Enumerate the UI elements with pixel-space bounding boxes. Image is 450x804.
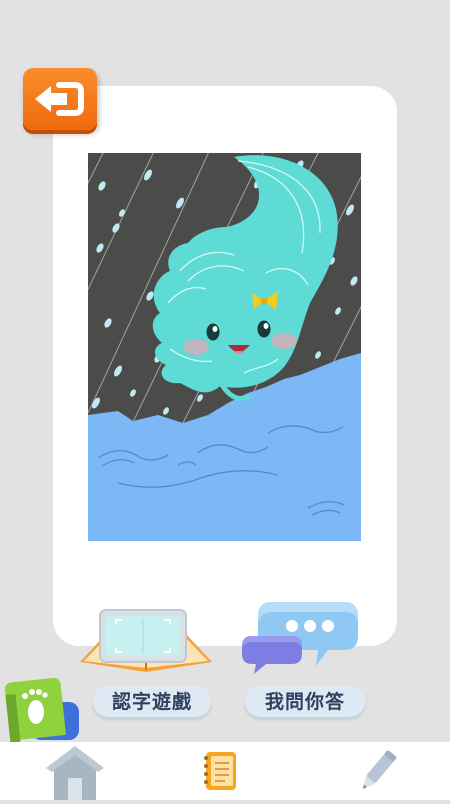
open-book-icon	[80, 609, 212, 672]
bottom-nav	[0, 742, 450, 800]
qa-game-button[interactable]: 我問你答	[234, 596, 374, 724]
footprint-icon	[4, 677, 79, 743]
nav-notebook[interactable]	[198, 742, 248, 800]
nav-pencil[interactable]	[352, 742, 402, 800]
word-game-label: 認字遊戲	[92, 685, 212, 719]
back-button[interactable]	[23, 68, 97, 130]
qa-game-label: 我問你答	[244, 685, 366, 719]
chat-bubbles-icon	[242, 602, 358, 674]
notebook-icon	[204, 752, 236, 790]
pencil-icon	[362, 750, 397, 789]
home-icon	[46, 746, 104, 800]
story-illustration	[88, 153, 361, 541]
footprint-tab[interactable]	[4, 677, 81, 743]
back-arrow-icon	[35, 82, 84, 116]
nav-home[interactable]	[40, 742, 110, 800]
word-game-button[interactable]: 認字遊戲	[76, 604, 216, 724]
